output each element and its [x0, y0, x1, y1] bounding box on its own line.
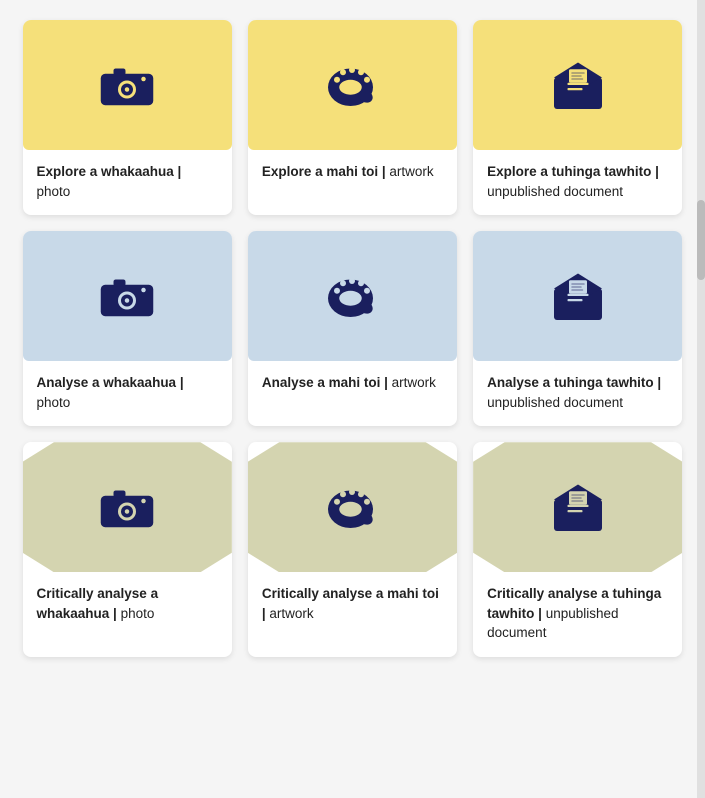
card-image-explore-artwork: [248, 20, 457, 150]
card-label-explore-document: Explore a tuhinga tawhito | unpublished …: [473, 150, 682, 215]
card-analyse-photo[interactable]: Analyse a whakaahua | photo: [23, 231, 232, 426]
scrollbar-thumb[interactable]: [697, 200, 705, 280]
scrollbar-track: [697, 0, 705, 798]
card-explore-document[interactable]: Explore a tuhinga tawhito | unpublished …: [473, 20, 682, 215]
card-critically-photo[interactable]: Critically analyse a whakaahua | photo: [23, 442, 232, 657]
card-label-analyse-artwork: Analyse a mahi toi | artwork: [248, 361, 457, 407]
card-label-critically-photo: Critically analyse a whakaahua | photo: [23, 572, 232, 637]
card-image-explore-photo: [23, 20, 232, 150]
card-image-explore-document: [473, 20, 682, 150]
card-analyse-document[interactable]: Analyse a tuhinga tawhito | unpublished …: [473, 231, 682, 426]
card-label-explore-photo: Explore a whakaahua | photo: [23, 150, 232, 215]
card-label-analyse-photo: Analyse a whakaahua | photo: [23, 361, 232, 426]
card-image-critically-document: [473, 442, 682, 572]
card-image-analyse-document: [473, 231, 682, 361]
card-label-explore-artwork: Explore a mahi toi | artwork: [248, 150, 457, 196]
card-grid: Explore a whakaahua | photo Explore a ma…: [23, 20, 683, 657]
card-critically-document[interactable]: Critically analyse a tuhinga tawhito | u…: [473, 442, 682, 657]
card-critically-artwork[interactable]: Critically analyse a mahi toi | artwork: [248, 442, 457, 657]
card-explore-photo[interactable]: Explore a whakaahua | photo: [23, 20, 232, 215]
card-analyse-artwork[interactable]: Analyse a mahi toi | artwork: [248, 231, 457, 426]
card-explore-artwork[interactable]: Explore a mahi toi | artwork: [248, 20, 457, 215]
card-label-analyse-document: Analyse a tuhinga tawhito | unpublished …: [473, 361, 682, 426]
card-image-critically-photo: [23, 442, 232, 572]
card-image-critically-artwork: [248, 442, 457, 572]
card-label-critically-artwork: Critically analyse a mahi toi | artwork: [248, 572, 457, 637]
card-image-analyse-artwork: [248, 231, 457, 361]
card-label-critically-document: Critically analyse a tuhinga tawhito | u…: [473, 572, 682, 657]
card-image-analyse-photo: [23, 231, 232, 361]
